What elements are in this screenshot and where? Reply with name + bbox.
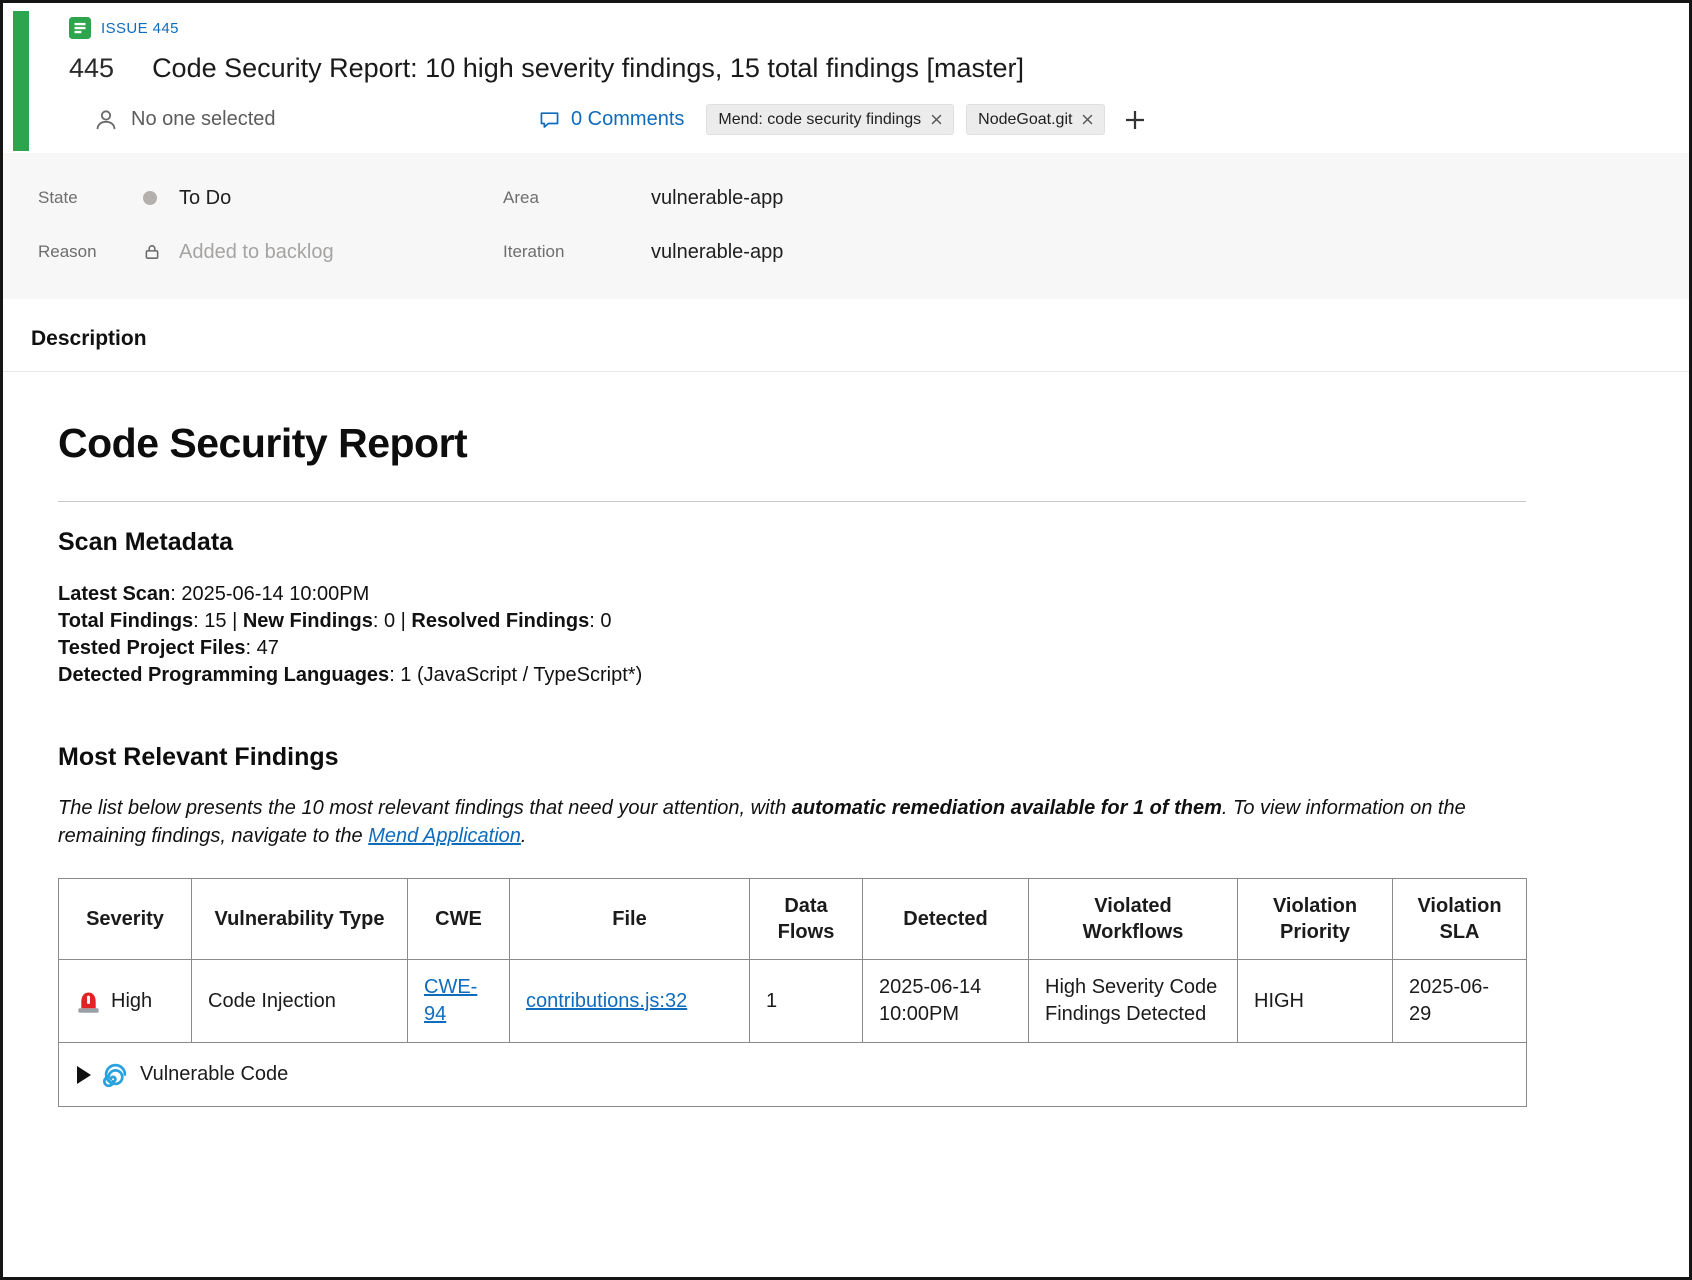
person-icon [93, 107, 119, 133]
tag-list: Mend: code security findings NodeGoat.gi… [706, 104, 1147, 135]
close-icon[interactable] [931, 114, 942, 125]
vulnerable-code-expander[interactable]: Vulnerable Code [77, 1061, 1508, 1088]
work-item-header: ISSUE 445 445 Code Security Report: 10 h… [3, 3, 1689, 153]
scan-label: Tested Project Files [58, 637, 245, 659]
comment-icon [538, 108, 561, 131]
scan-value: : 47 [245, 637, 278, 659]
reason-field: Reason Added to backlog [38, 231, 503, 273]
intro-text: . [521, 825, 527, 847]
siren-icon [75, 988, 102, 1015]
state-value[interactable]: To Do [179, 187, 231, 210]
scan-line-totals: Total Findings: 15 | New Findings: 0 | R… [58, 608, 1583, 635]
issue-type-label: ISSUE 445 [101, 20, 179, 37]
iteration-label: Iteration [503, 242, 651, 262]
findings-table: Severity Vulnerability Type CWE File Dat… [58, 878, 1527, 1107]
area-field: Area vulnerable-app [503, 177, 1689, 219]
iteration-field: Iteration vulnerable-app [503, 231, 1689, 273]
iteration-value[interactable]: vulnerable-app [651, 241, 783, 264]
col-severity: Severity [59, 879, 192, 960]
tag-label: NodeGoat.git [978, 111, 1072, 129]
state-label: State [38, 188, 143, 208]
assignee-label: No one selected [131, 108, 276, 131]
add-tag-button[interactable] [1123, 108, 1147, 132]
report-title: Code Security Report [58, 420, 1583, 467]
scan-line-files: Tested Project Files: 47 [58, 635, 1583, 662]
col-violation-sla: Violation SLA [1393, 879, 1527, 960]
plus-icon [1123, 108, 1147, 132]
detected-cell: 2025-06-14 10:00PM [863, 960, 1029, 1043]
intro-text: The list below presents the 10 most rele… [58, 797, 792, 819]
findings-intro: The list below presents the 10 most rele… [58, 794, 1526, 850]
scan-value: : 0 | [373, 610, 412, 632]
scan-metadata-block: Latest Scan: 2025-06-14 10:00PM Total Fi… [58, 581, 1583, 689]
intro-bold-text: automatic remediation available for 1 of… [792, 797, 1222, 819]
tag-nodegoat[interactable]: NodeGoat.git [966, 104, 1105, 135]
scan-value: : 0 [589, 610, 611, 632]
triangle-right-icon [77, 1066, 91, 1084]
col-file: File [510, 879, 750, 960]
description-body: Code Security Report Scan Metadata Lates… [3, 372, 1583, 1107]
reason-value: Added to backlog [179, 241, 334, 264]
area-value[interactable]: vulnerable-app [651, 187, 783, 210]
file-cell: contributions.js:32 [510, 960, 750, 1043]
tag-label: Mend: code security findings [718, 111, 921, 129]
fields-strip: State To Do Reason Added to backlog Area… [3, 153, 1689, 299]
vulnerability-type-cell: Code Injection [192, 960, 408, 1043]
table-header-row: Severity Vulnerability Type CWE File Dat… [59, 879, 1527, 960]
scan-label: Detected Programming Languages [58, 664, 389, 686]
finding-row: High Code Injection CWE-94 contributions… [59, 960, 1527, 1043]
scan-metadata-heading: Scan Metadata [58, 528, 1583, 557]
scan-line-languages: Detected Programming Languages: 1 (JavaS… [58, 662, 1583, 689]
violation-sla-cell: 2025-06-29 [1393, 960, 1527, 1043]
mend-application-link[interactable]: Mend Application [368, 825, 521, 847]
col-detected: Detected [863, 879, 1029, 960]
col-vulnerability-type: Vulnerability Type [192, 879, 408, 960]
close-icon[interactable] [1082, 114, 1093, 125]
divider [58, 501, 1526, 502]
work-item-title[interactable]: Code Security Report: 10 high severity f… [152, 53, 1024, 84]
col-violated-workflows: Violated Workflows [1029, 879, 1238, 960]
tag-mend[interactable]: Mend: code security findings [706, 104, 954, 135]
work-item-window: ISSUE 445 445 Code Security Report: 10 h… [0, 0, 1692, 1280]
issue-icon [69, 17, 91, 39]
scan-label: Latest Scan [58, 583, 170, 605]
findings-heading: Most Relevant Findings [58, 743, 1583, 772]
reason-label: Reason [38, 242, 143, 262]
cyclone-icon [103, 1062, 128, 1087]
scan-value: : 1 (JavaScript / TypeScript*) [389, 664, 642, 686]
severity-cell: High [59, 960, 192, 1043]
cwe-cell: CWE-94 [408, 960, 510, 1043]
lock-icon [143, 243, 179, 261]
expander-row: Vulnerable Code [59, 1043, 1527, 1107]
col-data-flows: Data Flows [750, 879, 863, 960]
vulnerable-code-label: Vulnerable Code [140, 1061, 288, 1088]
scan-label: New Findings [243, 610, 373, 632]
work-item-id: 445 [69, 53, 114, 84]
severity-value: High [111, 988, 152, 1015]
issue-type-color-bar [13, 11, 29, 151]
col-cwe: CWE [408, 879, 510, 960]
violation-priority-cell: HIGH [1238, 960, 1393, 1043]
data-flows-cell: 1 [750, 960, 863, 1043]
col-violation-priority: Violation Priority [1238, 879, 1393, 960]
state-dot-icon [143, 191, 179, 205]
file-link[interactable]: contributions.js:32 [526, 990, 687, 1012]
scan-value: : 15 | [193, 610, 243, 632]
comments-label: 0 Comments [571, 108, 684, 131]
state-field: State To Do [38, 177, 503, 219]
vulnerable-code-expander-cell: Vulnerable Code [59, 1043, 1527, 1107]
scan-label: Total Findings [58, 610, 193, 632]
cwe-link[interactable]: CWE-94 [424, 976, 477, 1025]
violated-workflows-cell: High Severity Code Findings Detected [1029, 960, 1238, 1043]
assignee-picker[interactable]: No one selected [93, 107, 538, 133]
scan-line-latest: Latest Scan: 2025-06-14 10:00PM [58, 581, 1583, 608]
description-section-heading: Description [3, 299, 1689, 372]
comments-link[interactable]: 0 Comments [538, 108, 684, 131]
scan-label: Resolved Findings [411, 610, 589, 632]
area-label: Area [503, 188, 651, 208]
scan-value: : 2025-06-14 10:00PM [170, 583, 369, 605]
